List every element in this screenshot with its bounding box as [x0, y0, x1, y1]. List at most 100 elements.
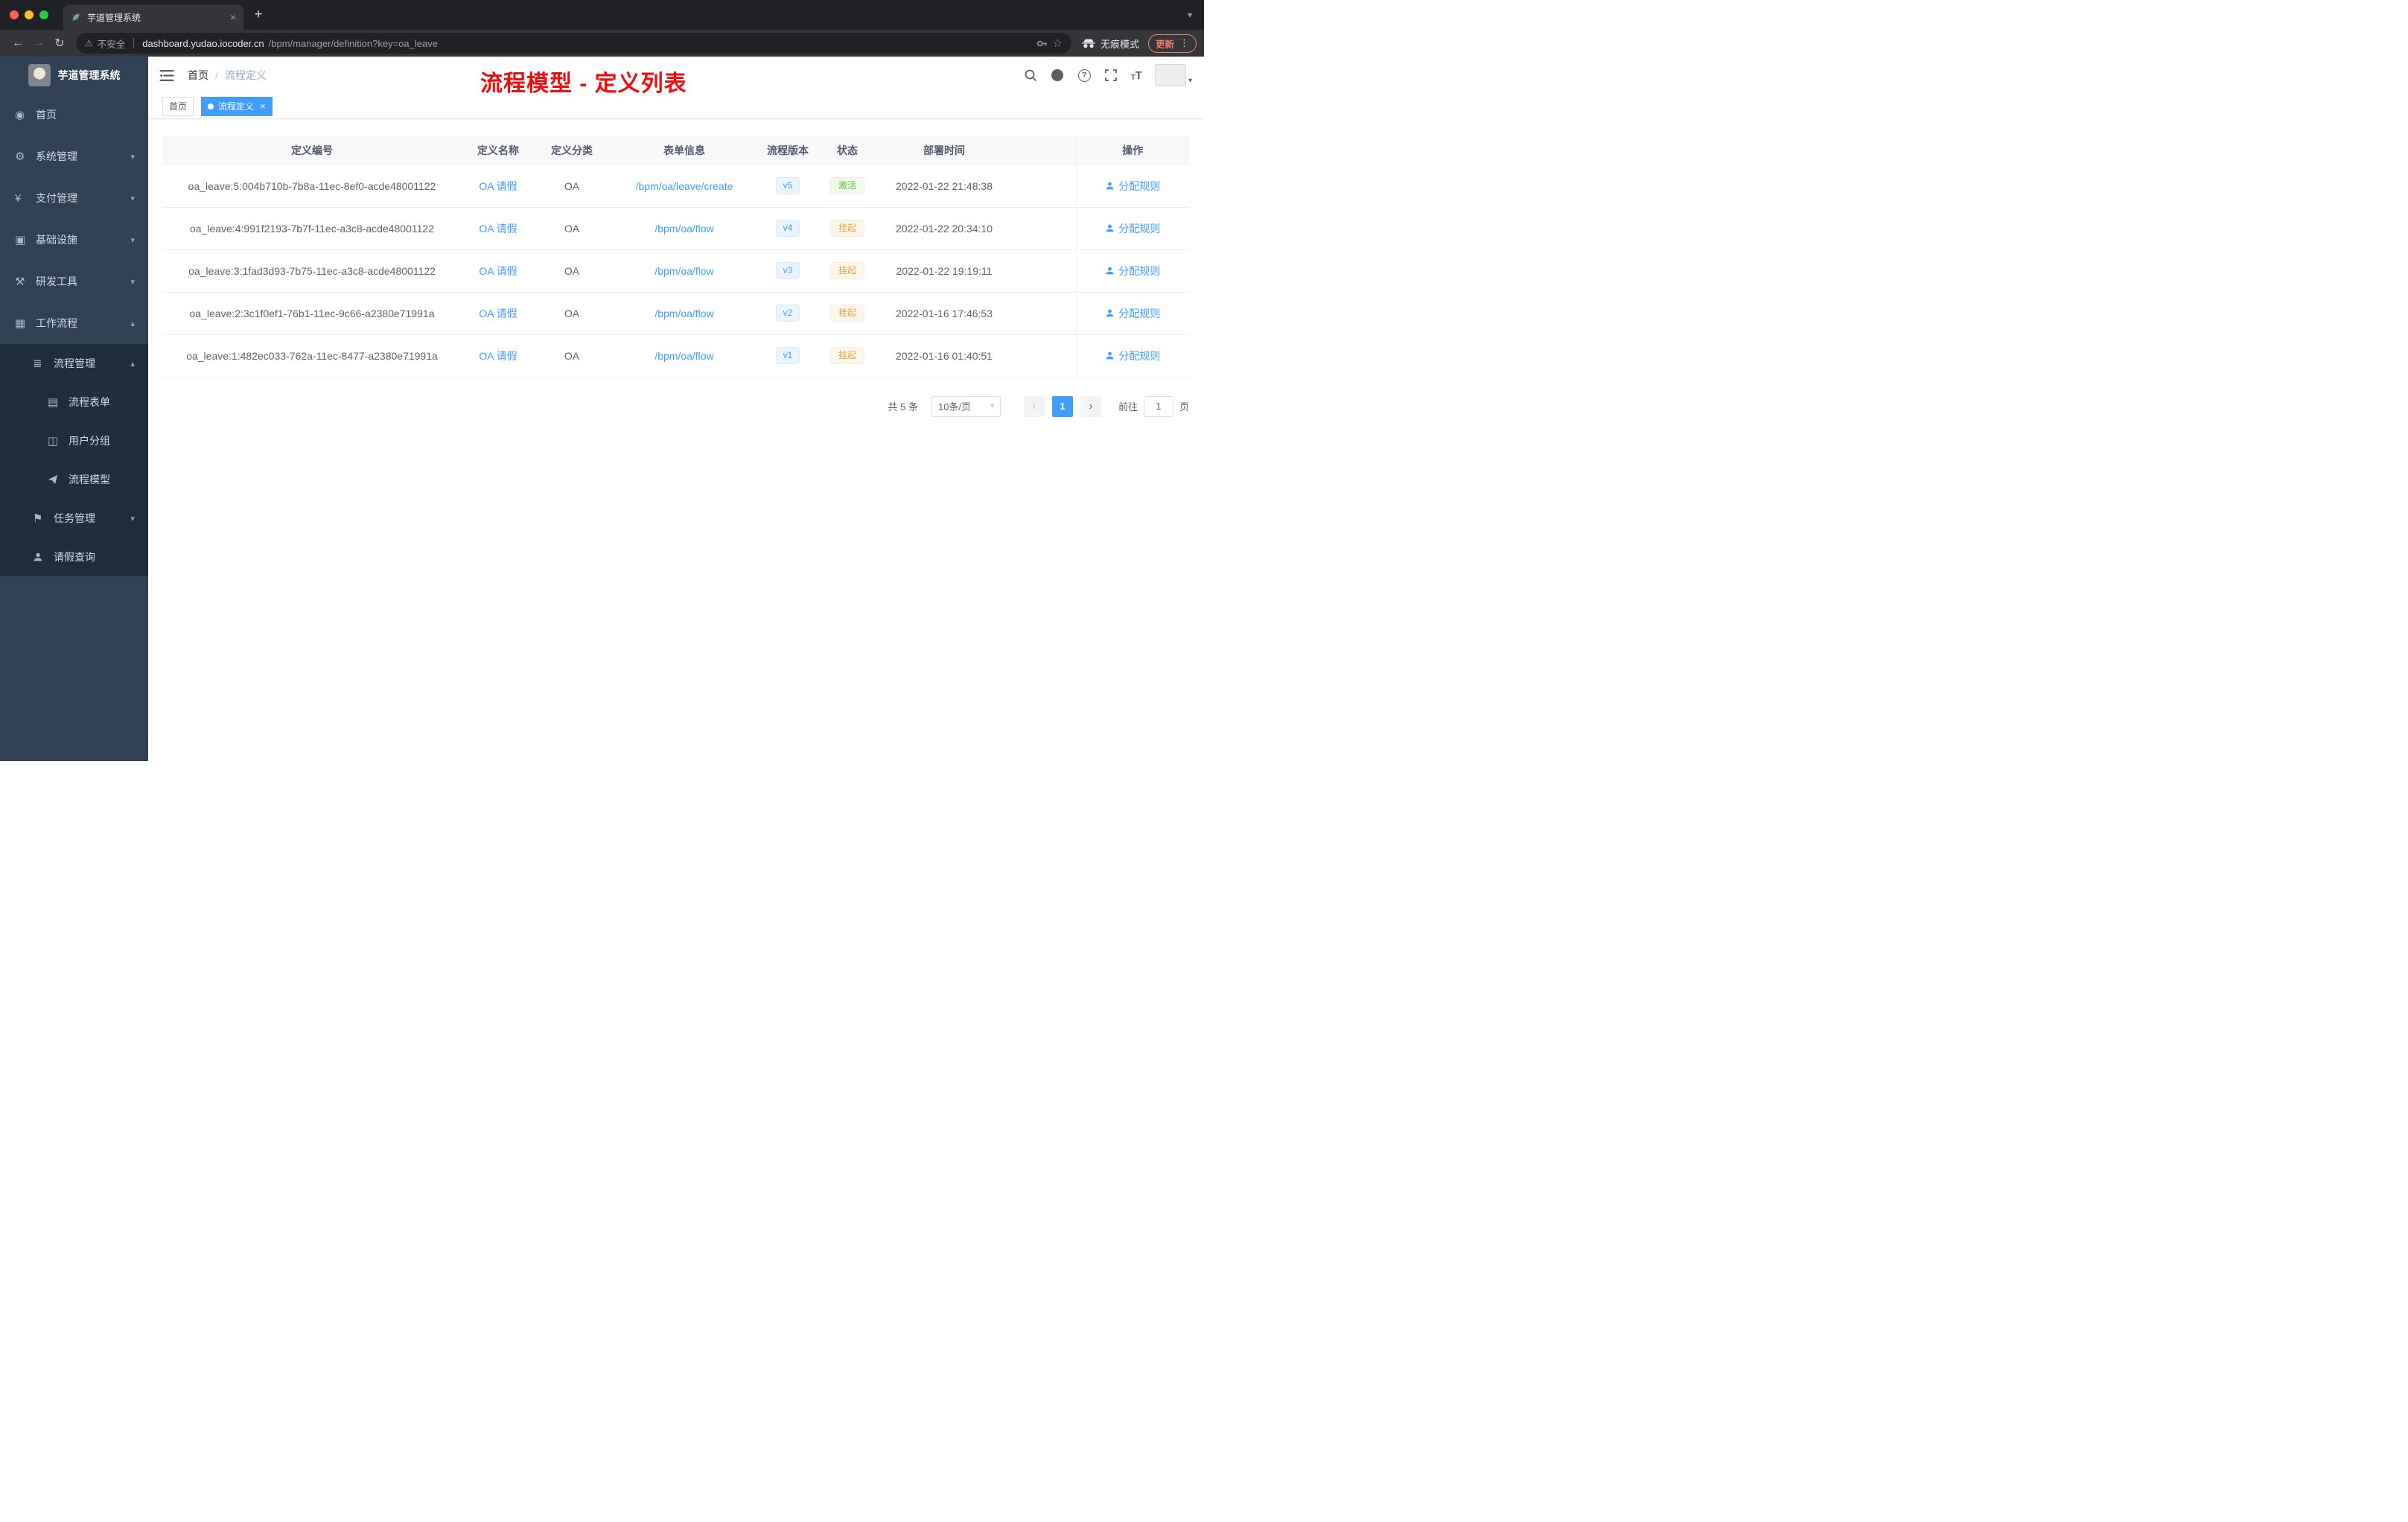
breadcrumb-home[interactable]: 首页	[188, 68, 208, 83]
active-tag-dot	[208, 103, 214, 109]
new-tab-button[interactable]: +	[248, 4, 269, 25]
assign-rule-link[interactable]: 分配规则	[1105, 348, 1160, 363]
avatar-image	[1154, 64, 1186, 86]
assign-rule-link[interactable]: 分配规则	[1105, 264, 1160, 278]
forward-icon[interactable]: →	[28, 33, 49, 54]
tag-label: 流程定义	[218, 101, 255, 112]
user-avatar[interactable]: ▾	[1154, 64, 1192, 86]
spacer-cell	[1009, 334, 1076, 378]
form-link[interactable]: /bpm/oa/flow	[654, 223, 713, 235]
window-zoom-button[interactable]	[39, 10, 48, 19]
task-flag-icon: ⚑	[33, 512, 43, 525]
sidebar-item-user-group[interactable]: ◫ 用户分组	[0, 421, 148, 460]
update-chip[interactable]: 更新 ⋮	[1147, 34, 1197, 53]
page-size-select[interactable]: 10条/页 ▾	[931, 395, 1001, 417]
person-icon	[1106, 182, 1114, 190]
definition-id: oa_leave:2:3c1f0ef1-76b1-11ec-9c66-a2380…	[163, 292, 461, 335]
main-area: 流程模型 - 定义列表 首页 / 流程定义 ? T T ▾ 首页 流程定义 × …	[148, 57, 1204, 761]
version-cell: v4	[760, 207, 815, 250]
browser-menu-dots-icon[interactable]: ⋮	[1179, 37, 1189, 49]
page-number-1[interactable]: 1	[1051, 395, 1073, 417]
deploy-time: 2022-01-22 21:48:38	[879, 165, 1009, 208]
goto-page-input[interactable]	[1143, 395, 1173, 417]
definition-name-cell: OA 请假	[461, 207, 535, 250]
definition-name-link[interactable]: OA 请假	[479, 223, 517, 235]
assign-rule-link[interactable]: 分配规则	[1105, 306, 1160, 321]
font-size-icon[interactable]: TT	[1131, 69, 1142, 82]
window-minimize-button[interactable]	[25, 10, 34, 19]
sidebar-item-process-model[interactable]: 流程模型	[0, 460, 148, 499]
sidebar-logo[interactable]: 芋道管理系统	[0, 57, 148, 94]
next-page-button[interactable]: ›	[1080, 395, 1101, 417]
tags-view: 首页 流程定义 ×	[148, 94, 1204, 119]
caret-down-icon: ▾	[1188, 77, 1192, 85]
yen-icon: ¥	[15, 191, 22, 205]
form-link[interactable]: /bpm/oa/flow	[654, 265, 713, 277]
sidebar-toggle-icon[interactable]	[159, 69, 176, 82]
form-link[interactable]: /bpm/oa/leave/create	[636, 180, 733, 192]
form-info-cell: /bpm/oa/flow	[608, 334, 760, 378]
sidebar-item-process-form[interactable]: ▤ 流程表单	[0, 383, 148, 421]
definition-name-cell: OA 请假	[461, 292, 535, 335]
fullscreen-icon[interactable]	[1104, 69, 1118, 83]
person-icon	[1106, 224, 1114, 232]
search-icon[interactable]	[1024, 69, 1038, 83]
user-group-icon: ◫	[48, 435, 59, 448]
page-unit-label: 页	[1179, 401, 1189, 413]
actions-cell: 分配规则	[1075, 334, 1189, 378]
process-list-icon: ≣	[33, 357, 42, 370]
app-root: 芋道管理系统 ◉ 首页 ⚙ 系统管理 ▾ ¥ 支付管理 ▾ ▣ 基础设施 ▾ ⚒…	[0, 57, 1204, 761]
goto-label: 前往	[1118, 401, 1138, 413]
table-row: oa_leave:3:1fad3d93-7b75-11ec-a3c8-acde4…	[163, 249, 1189, 293]
assign-rule-link[interactable]: 分配规则	[1105, 179, 1160, 194]
definition-name-link[interactable]: OA 请假	[479, 350, 517, 362]
back-icon[interactable]: ←	[7, 33, 28, 54]
sidebar-item-devtools[interactable]: ⚒ 研发工具 ▾	[0, 261, 148, 302]
tab-search-chevron-icon[interactable]: ▾	[1188, 10, 1192, 20]
assign-rule-link[interactable]: 分配规则	[1105, 221, 1160, 236]
reload-icon[interactable]: ↻	[49, 33, 70, 54]
sidebar-item-payment[interactable]: ¥ 支付管理 ▾	[0, 177, 148, 219]
sidebar-item-process-management[interactable]: ≣ 流程管理 ▴	[0, 344, 148, 383]
sidebar-item-system[interactable]: ⚙ 系统管理 ▾	[0, 136, 148, 177]
bookmark-star-icon[interactable]: ☆	[1053, 36, 1063, 50]
tab-close-icon[interactable]: ×	[230, 12, 236, 22]
github-icon[interactable]	[1051, 69, 1065, 83]
sidebar-item-task-management[interactable]: ⚑ 任务管理 ▾	[0, 499, 148, 538]
form-link[interactable]: /bpm/oa/flow	[654, 350, 713, 362]
form-info-cell: /bpm/oa/leave/create	[608, 165, 760, 208]
tag-process-definition[interactable]: 流程定义 ×	[201, 96, 273, 116]
definition-name-link[interactable]: OA 请假	[479, 265, 517, 277]
browser-tab[interactable]: 芋道管理系统 ×	[63, 4, 243, 30]
definition-table: 定义编号 定义名称 定义分类 表单信息 流程版本 状态 部署时间 操作 oa_l…	[163, 136, 1189, 378]
sidebar-item-infrastructure[interactable]: ▣ 基础设施 ▾	[0, 219, 148, 261]
window-close-button[interactable]	[10, 10, 19, 19]
address-bar[interactable]: ⚠ 不安全 dashboard.yudao.iocoder.cn /bpm/ma…	[76, 33, 1071, 54]
status-cell: 挂起	[815, 249, 879, 293]
spacer-cell	[1009, 249, 1076, 293]
sidebar-item-label: 工作流程	[36, 317, 77, 329]
table-header-row: 定义编号 定义名称 定义分类 表单信息 流程版本 状态 部署时间 操作	[163, 136, 1189, 165]
person-icon	[1106, 267, 1114, 275]
actions-cell: 分配规则	[1075, 207, 1189, 250]
help-icon[interactable]: ?	[1077, 69, 1092, 83]
table-row: oa_leave:4:991f2193-7b7f-11ec-a3c8-acde4…	[163, 207, 1189, 250]
sidebar-item-home[interactable]: ◉ 首页	[0, 94, 148, 136]
definition-name-link[interactable]: OA 请假	[479, 180, 517, 192]
tag-close-icon[interactable]: ×	[260, 101, 266, 112]
url-host: dashboard.yudao.iocoder.cn	[142, 37, 264, 49]
password-key-icon[interactable]	[1036, 37, 1048, 50]
sidebar-item-label: 用户分组	[69, 435, 110, 447]
definition-name-link[interactable]: OA 请假	[479, 308, 517, 319]
tag-home[interactable]: 首页	[162, 96, 194, 116]
sidebar-item-workflow[interactable]: ▦ 工作流程 ▴	[0, 302, 148, 344]
definition-name-cell: OA 请假	[461, 165, 535, 208]
update-label: 更新	[1155, 39, 1174, 50]
sidebar-item-label: 请假查询	[54, 551, 95, 563]
prev-page-button[interactable]: ‹	[1023, 395, 1045, 417]
address-divider	[133, 38, 135, 48]
form-link[interactable]: /bpm/oa/flow	[654, 308, 713, 319]
sidebar-item-leave-query[interactable]: 请假查询	[0, 538, 148, 576]
definition-id: oa_leave:1:482ec033-762a-11ec-8477-a2380…	[163, 334, 461, 378]
version-cell: v1	[760, 334, 815, 378]
